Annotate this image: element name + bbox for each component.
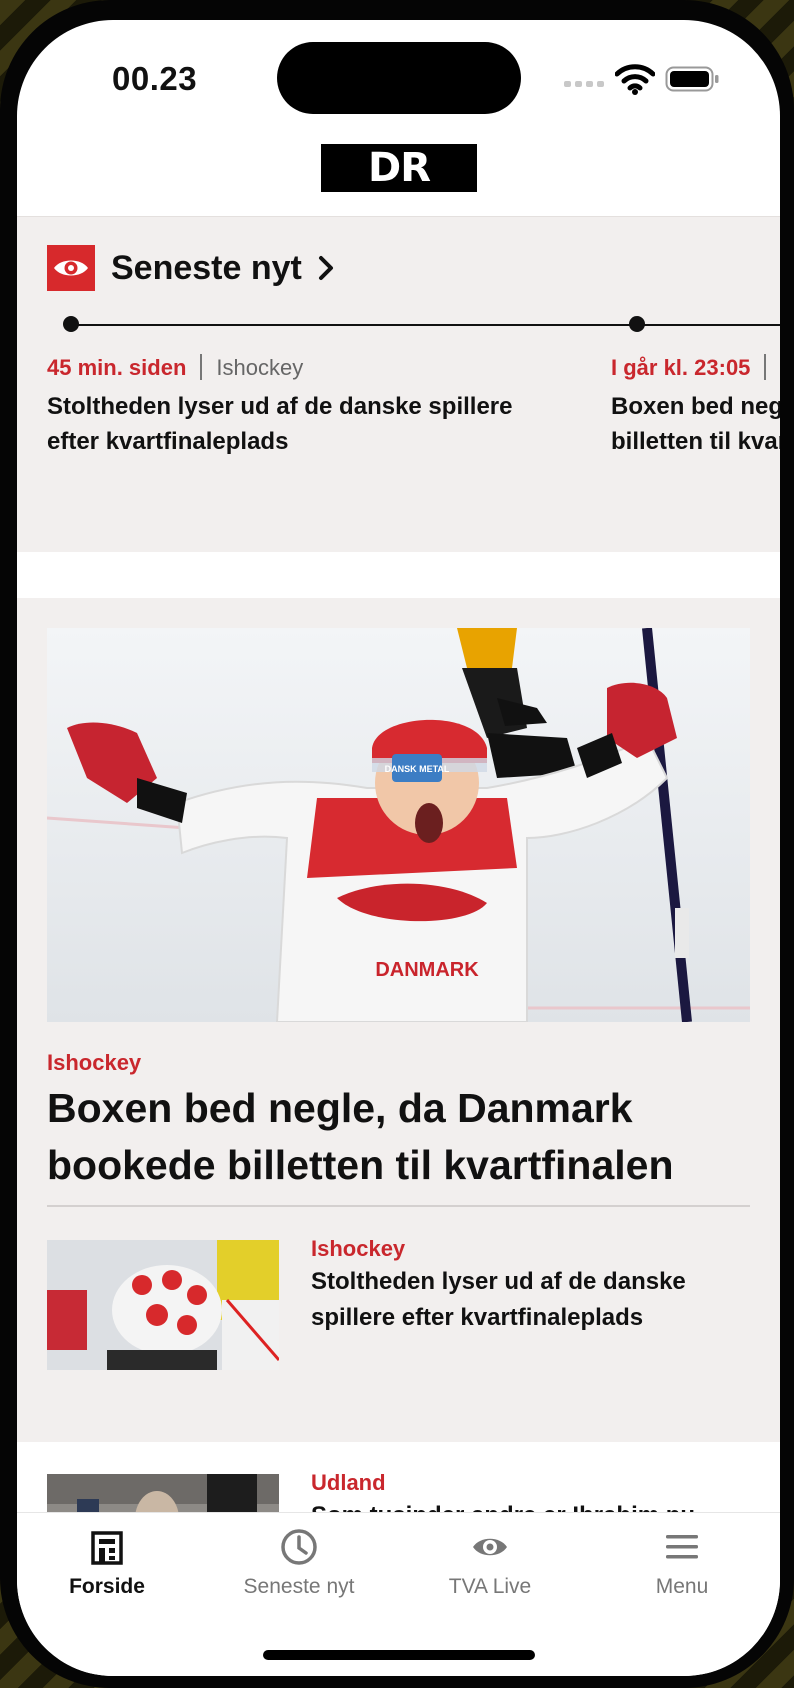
tab-menu[interactable]: Menu [607, 1527, 757, 1599]
section-spacer [17, 552, 780, 598]
latest-news-title: Seneste nyt [111, 248, 302, 287]
sub-article-title[interactable]: Stoltheden lyser ud af de danske spiller… [311, 1264, 751, 1336]
home-indicator[interactable] [263, 1650, 535, 1660]
latest-item-category: Ishockey [216, 355, 304, 380]
tab-tva-live[interactable]: TVA Live [415, 1527, 565, 1599]
latest-item-headline[interactable]: Stoltheden lyser ud af de danske spiller… [47, 389, 512, 459]
home-icon [91, 1531, 123, 1565]
feature-panel: DANMARK DANSK METAL Ishockey Boxen bed n… [17, 598, 780, 1442]
latest-news-panel: Seneste nyt 45 min. siden Ishockey Stolth… [17, 216, 780, 552]
latest-news-header[interactable]: Seneste nyt [47, 245, 336, 291]
battery-icon [665, 66, 719, 92]
headline-line: billetten til kvartfinalen [611, 428, 780, 455]
latest-item-meta: I går kl. 23:05 [611, 354, 780, 381]
tab-label: Menu [655, 1575, 709, 1598]
wifi-icon [615, 64, 655, 95]
latest-item-meta: 45 min. siden Ishockey [47, 354, 303, 381]
app-screen: 00.23 DR Seneste nyt 45 min. siden Ishoc… [17, 20, 780, 1676]
headline-line: Stoltheden lyser ud af de danske spiller… [47, 393, 513, 420]
chevron-right-icon [318, 256, 333, 280]
hero-image[interactable]: DANMARK DANSK METAL [47, 628, 750, 1022]
dynamic-island [277, 42, 521, 114]
article-category: Udland [311, 1470, 386, 1495]
divider [47, 1205, 750, 1207]
helmet-text: DANSK METAL [385, 764, 450, 774]
tab-seneste-nyt[interactable]: Seneste nyt [224, 1527, 374, 1599]
feature-title[interactable]: Boxen bed negle, da Danmark bookede bill… [47, 1080, 757, 1194]
eye-icon [47, 245, 95, 291]
sub-article-image[interactable] [47, 1240, 279, 1370]
divider [764, 354, 767, 380]
headline-line: Boxen bed negle, da Danmark bookede [611, 393, 780, 420]
phone-frame: 00.23 DR Seneste nyt 45 min. siden Ishoc… [0, 0, 794, 1688]
feature-category: Ishockey [47, 1050, 142, 1075]
hamburger-icon [666, 1535, 698, 1559]
timeline-dot [63, 316, 79, 332]
tab-label: TVA Live [448, 1575, 532, 1598]
timeline-line [69, 324, 780, 326]
tab-forside[interactable]: Forside [32, 1527, 182, 1599]
sub-article-category: Ishockey [311, 1236, 406, 1261]
tab-label: Seneste nyt [243, 1575, 355, 1598]
eye-icon [473, 1538, 507, 1556]
latest-item-headline[interactable]: Boxen bed negle, da Danmark bookede bill… [611, 389, 780, 459]
latest-item-time: I går kl. 23:05 [611, 355, 751, 380]
timeline-dot [629, 316, 645, 332]
latest-item-time: 45 min. siden [47, 355, 187, 380]
tab-label: Forside [69, 1575, 145, 1598]
signal-icon [564, 81, 604, 87]
jersey-text: DANMARK [375, 959, 479, 981]
status-time: 00.23 [112, 60, 198, 97]
clock-icon [281, 1529, 317, 1565]
dr-logo[interactable]: DR [321, 144, 477, 192]
headline-line: efter kvartfinaleplads [47, 428, 289, 455]
divider [200, 354, 203, 380]
